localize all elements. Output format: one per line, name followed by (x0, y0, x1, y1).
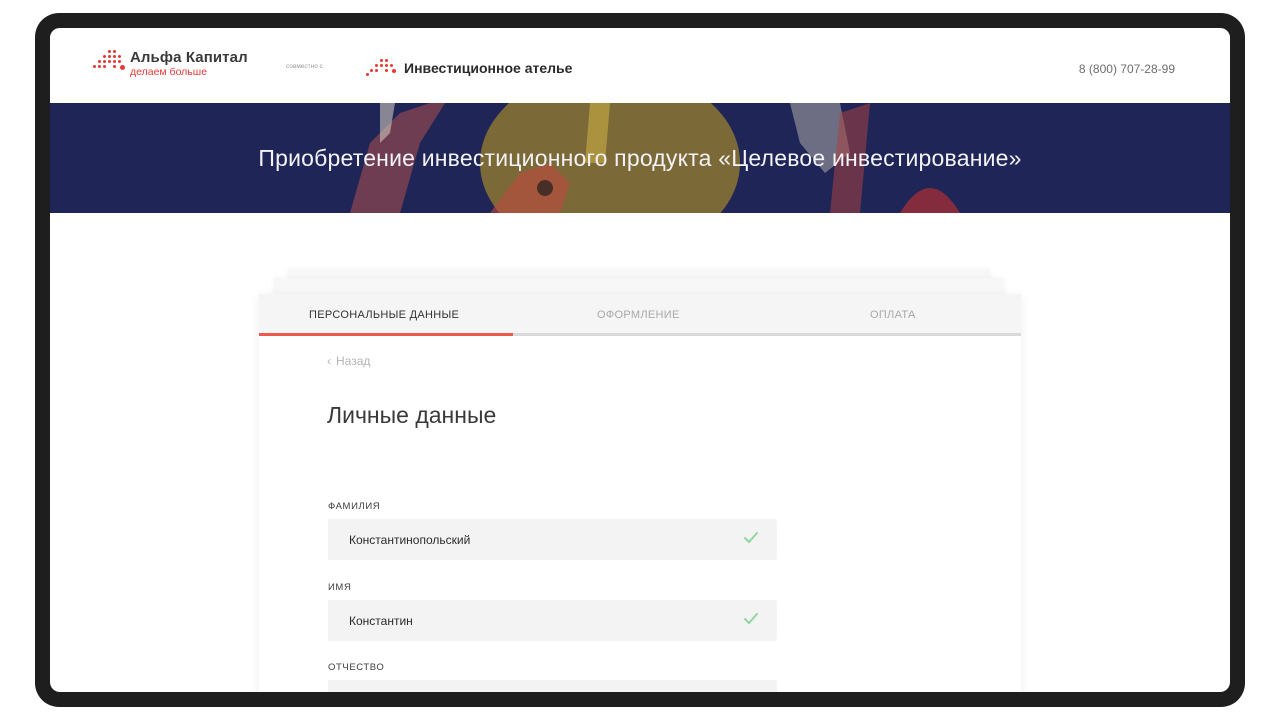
banner-title: Приобретение инвестиционного продукта «Ц… (258, 145, 1022, 171)
tab-payment[interactable]: ОПЛАТА (870, 309, 916, 321)
name-field[interactable]: Константин (328, 600, 777, 641)
phone-number[interactable]: 8 (800) 707-28-99 (1079, 62, 1175, 76)
hero-banner: Приобретение инвестиционного продукта «Ц… (50, 103, 1230, 213)
surname-value: Константинопольский (349, 533, 471, 547)
check-icon (744, 532, 758, 543)
atelier-dots-icon (366, 59, 398, 77)
chevron-left-icon: ‹ (327, 354, 331, 368)
site-header: Альфа Капитал делаем больше совместно с (50, 28, 1230, 103)
patronymic-field[interactable] (328, 680, 777, 692)
tab-registration[interactable]: ОФОРМЛЕНИЕ (597, 309, 680, 321)
step-tabs: ПЕРСОНАЛЬНЫЕ ДАННЫЕ ОФОРМЛЕНИЕ ОПЛАТА (259, 294, 1021, 336)
alfa-dots-icon (90, 50, 125, 72)
name-value: Константин (349, 614, 413, 628)
device-frame: Альфа Капитал делаем больше совместно с (35, 13, 1245, 707)
partner-name: Инвестиционное ателье (404, 60, 573, 76)
name-label: ИМЯ (328, 582, 352, 593)
together-text: совместно с (286, 63, 323, 70)
brand-name: Альфа Капитал (130, 49, 248, 66)
back-label: Назад (336, 354, 371, 368)
form-card: ПЕРСОНАЛЬНЫЕ ДАННЫЕ ОФОРМЛЕНИЕ ОПЛАТА ‹ … (259, 294, 1021, 692)
screen: Альфа Капитал делаем больше совместно с (50, 28, 1230, 692)
back-link[interactable]: ‹ Назад (327, 354, 370, 368)
brand-tagline: делаем больше (130, 66, 208, 78)
alfa-capital-logo[interactable]: Альфа Капитал делаем больше (90, 50, 248, 78)
tab-personal-data[interactable]: ПЕРСОНАЛЬНЫЕ ДАННЫЕ (309, 309, 459, 321)
surname-label: ФАМИЛИЯ (328, 501, 381, 512)
section-title: Личные данные (327, 402, 497, 428)
check-icon (744, 613, 758, 624)
active-tab-indicator (259, 333, 513, 336)
surname-field[interactable]: Константинопольский (328, 519, 777, 560)
partner-logo[interactable]: Инвестиционное ателье (366, 59, 572, 77)
patronymic-label: ОТЧЕСТВО (328, 662, 385, 673)
